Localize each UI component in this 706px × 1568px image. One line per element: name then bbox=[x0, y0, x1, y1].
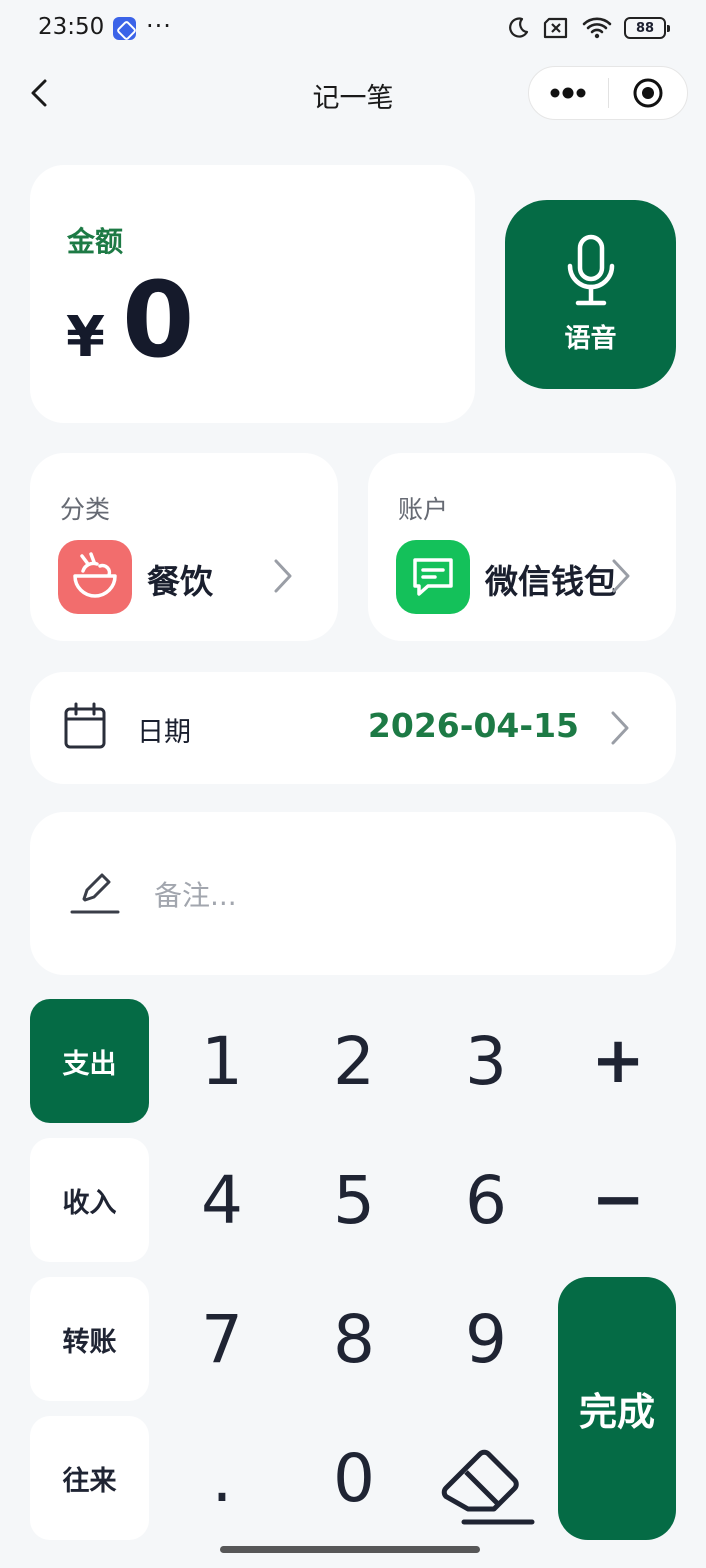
key-plus[interactable]: + bbox=[558, 1001, 678, 1121]
close-miniprogram-button[interactable] bbox=[609, 67, 688, 119]
status-time: 23:50 bbox=[38, 14, 105, 40]
calendar-icon bbox=[64, 702, 106, 749]
key-9[interactable]: 9 bbox=[426, 1279, 546, 1399]
no-sim-icon bbox=[543, 17, 568, 39]
status-indicators: 88 bbox=[506, 16, 670, 40]
account-value: 微信钱包 bbox=[485, 562, 617, 601]
key-backspace[interactable] bbox=[426, 1418, 546, 1538]
category-selector[interactable]: 分类 餐饮 bbox=[30, 453, 338, 641]
battery-indicator: 88 bbox=[624, 17, 670, 39]
amount-card[interactable]: 金额 ¥ 0 bbox=[30, 165, 475, 423]
key-dot[interactable]: . bbox=[162, 1418, 282, 1538]
key-0[interactable]: 0 bbox=[294, 1418, 414, 1538]
voice-label: 语音 bbox=[564, 324, 617, 354]
record-icon bbox=[633, 78, 663, 108]
account-selector[interactable]: 账户 微信钱包 bbox=[368, 453, 676, 641]
date-value: 2026-04-15 bbox=[367, 706, 579, 745]
microphone-icon bbox=[567, 234, 614, 306]
app-notification-icon bbox=[113, 17, 136, 40]
account-icon-badge bbox=[396, 540, 470, 614]
amount-label: 金额 bbox=[67, 225, 124, 258]
category-value: 餐饮 bbox=[147, 562, 213, 601]
chevron-right-icon bbox=[611, 711, 629, 745]
eraser-icon bbox=[441, 1449, 535, 1525]
voice-input-button[interactable]: 语音 bbox=[505, 200, 676, 389]
bowl-icon bbox=[73, 552, 117, 598]
note-card bbox=[30, 812, 676, 975]
more-button[interactable] bbox=[529, 67, 608, 119]
currency-symbol: ¥ bbox=[66, 305, 105, 370]
key-3[interactable]: 3 bbox=[426, 1001, 546, 1121]
moon-icon bbox=[509, 17, 529, 38]
key-minus[interactable]: − bbox=[558, 1140, 678, 1260]
more-notifications-icon: ··· bbox=[146, 12, 172, 40]
key-1[interactable]: 1 bbox=[162, 1001, 282, 1121]
pencil-icon bbox=[70, 873, 120, 914]
key-6[interactable]: 6 bbox=[426, 1140, 546, 1260]
date-selector[interactable]: 日期 2026-04-15 bbox=[30, 672, 676, 784]
note-input[interactable] bbox=[154, 870, 634, 920]
wifi-icon bbox=[582, 17, 612, 39]
type-debt-button[interactable]: 往来 bbox=[30, 1416, 149, 1540]
chevron-right-icon bbox=[274, 559, 292, 593]
home-indicator[interactable] bbox=[220, 1546, 480, 1553]
chevron-right-icon bbox=[612, 559, 630, 593]
key-5[interactable]: 5 bbox=[294, 1140, 414, 1260]
done-button[interactable]: 完成 bbox=[558, 1277, 676, 1540]
miniprogram-capsule bbox=[528, 66, 688, 120]
wechat-wallet-icon bbox=[413, 558, 453, 596]
type-transfer-button[interactable]: 转账 bbox=[30, 1277, 149, 1401]
key-4[interactable]: 4 bbox=[162, 1140, 282, 1260]
category-label: 分类 bbox=[60, 495, 111, 524]
key-8[interactable]: 8 bbox=[294, 1279, 414, 1399]
type-income-button[interactable]: 收入 bbox=[30, 1138, 149, 1262]
category-icon-badge bbox=[58, 540, 132, 614]
amount-value: 0 bbox=[122, 259, 195, 381]
key-2[interactable]: 2 bbox=[294, 1001, 414, 1121]
date-label: 日期 bbox=[137, 717, 191, 748]
more-icon bbox=[550, 87, 586, 99]
account-label: 账户 bbox=[398, 495, 449, 524]
key-7[interactable]: 7 bbox=[162, 1279, 282, 1399]
type-expense-button[interactable]: 支出 bbox=[30, 999, 149, 1123]
